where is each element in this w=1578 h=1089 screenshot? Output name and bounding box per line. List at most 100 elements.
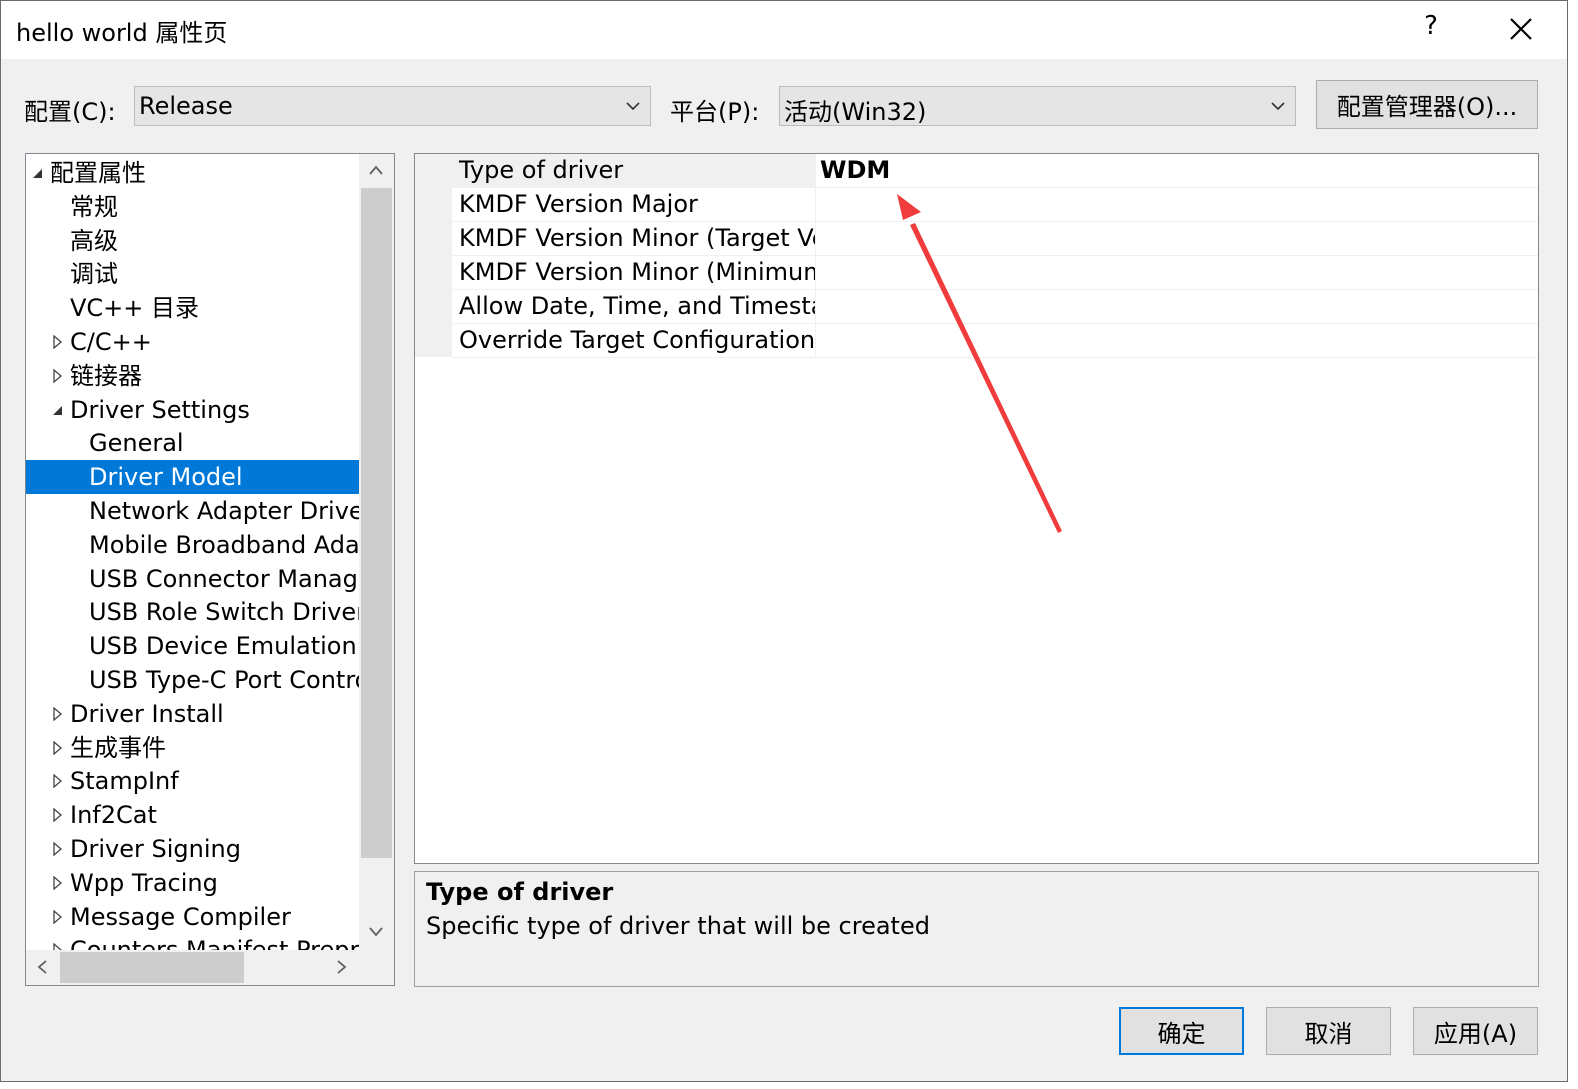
help-button[interactable]: ?	[1417, 11, 1445, 41]
tree-item[interactable]: StampInf	[26, 764, 359, 798]
config-label: 配置(C):	[24, 98, 116, 126]
tree-item[interactable]: USB Device Emulation	[26, 629, 359, 663]
tree-item[interactable]: Counters Manifest Preprocessor	[26, 933, 359, 950]
tree-item-label: Network Adapter Driver	[89, 497, 359, 525]
tree-horizontal-scrollbar[interactable]	[26, 950, 359, 985]
scroll-right-icon[interactable]	[336, 959, 348, 975]
scrollbar-corner	[359, 950, 394, 985]
tree-item[interactable]: 链接器	[26, 359, 359, 393]
expanded-arrow-icon[interactable]	[52, 403, 64, 417]
tree-item-label: Driver Model	[89, 463, 243, 492]
tree-item-label: USB Role Switch Driver	[89, 598, 359, 627]
tree-item[interactable]: Wpp Tracing	[26, 866, 359, 900]
property-row[interactable]: KMDF Version Minor (Minimum Required)	[452, 256, 1538, 290]
collapsed-arrow-icon[interactable]	[52, 740, 64, 755]
tree-item-label: Message Compiler	[70, 902, 291, 931]
window-title: hello world 属性页	[16, 19, 228, 47]
tree-item-label: Driver Settings	[70, 395, 250, 424]
property-row[interactable]: Override Target Configuration Properties	[452, 324, 1538, 358]
tree-item-label: StampInf	[70, 767, 179, 796]
tree-item-label: Mobile Broadband Adapter	[89, 530, 359, 559]
expanded-arrow-icon[interactable]	[32, 166, 44, 180]
tree-item[interactable]: USB Connector Manager	[26, 562, 359, 596]
property-row[interactable]: Type of driver WDM	[452, 154, 1538, 188]
cancel-button[interactable]: 取消	[1266, 1007, 1391, 1055]
tree-item-label: 链接器	[70, 361, 142, 390]
tree-item-label: 高级	[70, 226, 118, 255]
tree-item-label: Driver Install	[70, 699, 224, 728]
tree-item-label: Wpp Tracing	[70, 868, 218, 897]
tree-item[interactable]: Driver Settings	[26, 393, 359, 427]
tree-item-label: VC++ 目录	[70, 294, 200, 323]
tree-item[interactable]: 调试	[26, 257, 359, 291]
property-tree: 配置属性 常规高级调试 VC++ 目录 C/C++ 链接器 Driver Settings…	[25, 153, 395, 986]
config-value: Release	[139, 92, 233, 120]
title-bar: hello world 属性页 ?	[1, 1, 1567, 59]
tree-item[interactable]: 常规	[26, 190, 359, 224]
tree-item[interactable]: Inf2Cat	[26, 798, 359, 832]
tree-item[interactable]: USB Type-C Port Controller	[26, 663, 359, 697]
tree-item[interactable]: 配置属性	[26, 156, 359, 190]
collapsed-arrow-icon[interactable]	[52, 909, 64, 924]
property-name: KMDF Version Major	[452, 188, 816, 221]
tree-item[interactable]: Driver Signing	[26, 832, 359, 866]
tree-item[interactable]: C/C++	[26, 325, 359, 359]
collapsed-arrow-icon[interactable]	[52, 368, 64, 383]
tree-item[interactable]: USB Role Switch Driver	[26, 595, 359, 629]
description-panel: Type of driver Specific type of driver t…	[414, 871, 1539, 987]
scroll-up-icon[interactable]	[368, 164, 384, 176]
collapsed-arrow-icon[interactable]	[52, 335, 64, 349]
tree-item[interactable]: Driver Install	[26, 697, 359, 731]
property-pages-dialog: hello world 属性页 ? 配置(C): Release 平台(P): …	[0, 0, 1568, 1082]
collapsed-arrow-icon[interactable]	[52, 706, 64, 721]
tree-item-label: Driver Signing	[70, 835, 241, 863]
tree-item-label: USB Type-C Port Controller	[89, 666, 359, 694]
scroll-thumb[interactable]	[361, 188, 392, 858]
tree-item-label: C/C++	[70, 328, 152, 356]
collapsed-arrow-icon[interactable]	[52, 943, 64, 950]
config-manager-button[interactable]: 配置管理器(O)...	[1316, 80, 1538, 129]
chevron-down-icon	[1271, 102, 1285, 111]
tree-item[interactable]: VC++ 目录	[26, 291, 359, 325]
ok-button[interactable]: 确定	[1119, 1007, 1244, 1055]
tree-item[interactable]: Network Adapter Driver	[26, 494, 359, 528]
tree-item[interactable]: General	[26, 426, 359, 460]
property-row[interactable]: KMDF Version Major	[452, 188, 1538, 222]
close-icon[interactable]	[1503, 11, 1539, 47]
property-value[interactable]: WDM	[820, 154, 890, 187]
scroll-thumb[interactable]	[60, 952, 244, 983]
tree-item[interactable]: 高级	[26, 224, 359, 258]
property-name: Override Target Configuration Properties	[452, 324, 816, 357]
platform-value: 活动(Win32)	[784, 98, 927, 126]
collapsed-arrow-icon[interactable]	[52, 808, 64, 823]
collapsed-arrow-icon[interactable]	[52, 875, 64, 890]
grid-gutter	[415, 154, 452, 357]
collapsed-arrow-icon[interactable]	[52, 842, 64, 856]
property-name: Type of driver	[452, 154, 816, 187]
tree-item-label: USB Device Emulation	[89, 632, 357, 661]
description-title: Type of driver	[426, 878, 614, 906]
tree-item-label: 常规	[70, 192, 118, 221]
property-row[interactable]: KMDF Version Minor (Target Version)	[452, 222, 1538, 256]
property-row[interactable]: Allow Date, Time, and Timestamp	[452, 290, 1538, 324]
scroll-down-icon[interactable]	[368, 926, 384, 938]
apply-button[interactable]: 应用(A)	[1413, 1007, 1538, 1055]
tree-item-label: General	[89, 429, 184, 458]
property-name: Allow Date, Time, and Timestamp	[452, 290, 816, 323]
platform-combo[interactable]: 活动(Win32)	[779, 86, 1296, 126]
collapsed-arrow-icon[interactable]	[52, 774, 64, 789]
tree-item-label: 调试	[70, 260, 118, 289]
config-combo[interactable]: Release	[134, 86, 651, 126]
platform-label: 平台(P):	[670, 98, 760, 126]
tree-item[interactable]: Driver Model	[26, 460, 359, 495]
description-text: Specific type of driver that will be cre…	[426, 912, 930, 940]
property-name: KMDF Version Minor (Target Version)	[452, 222, 816, 255]
tree-item[interactable]: 生成事件	[26, 731, 359, 765]
tree-item-label: Inf2Cat	[70, 801, 157, 830]
tree-item-label: Counters Manifest Preprocessor	[70, 933, 359, 950]
scroll-left-icon[interactable]	[36, 959, 48, 975]
tree-vertical-scrollbar[interactable]	[359, 154, 394, 950]
tree-items: 配置属性 常规高级调试 VC++ 目录 C/C++ 链接器 Driver Settings…	[26, 154, 359, 950]
tree-item[interactable]: Message Compiler	[26, 900, 359, 934]
tree-item[interactable]: Mobile Broadband Adapter	[26, 528, 359, 562]
